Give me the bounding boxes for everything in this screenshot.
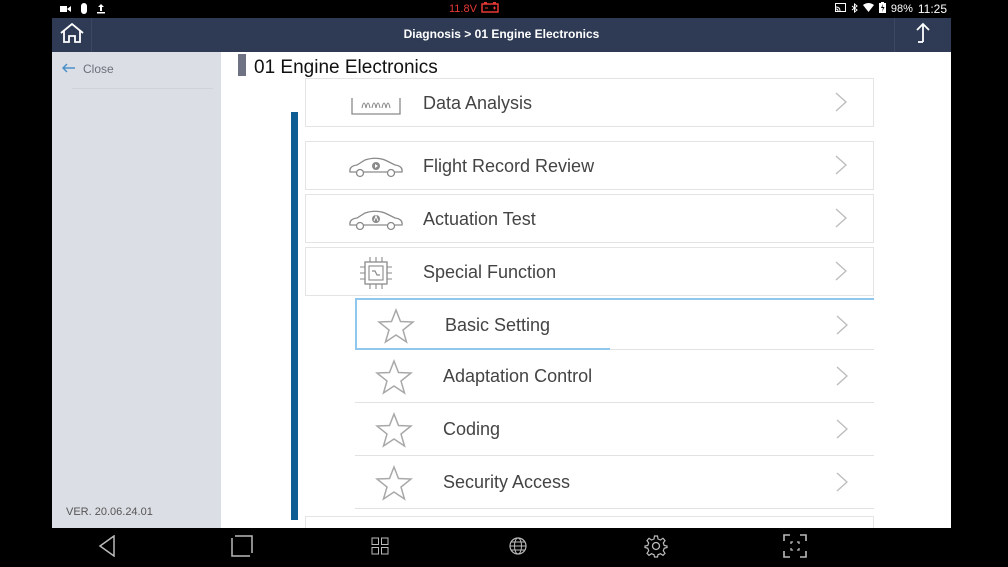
- page-title: 01 Engine Electronics: [254, 57, 438, 78]
- car-battery-icon: [481, 2, 499, 16]
- nav-browser-button[interactable]: [503, 533, 533, 563]
- version-label: VER. 20.06.24.01: [66, 506, 153, 518]
- top-bar: Diagnosis > 01 Engine Electronics: [52, 18, 951, 52]
- system-nav-bar: [52, 528, 951, 567]
- star-icon[interactable]: [376, 307, 416, 349]
- bluetooth-icon: [851, 2, 858, 16]
- menu-item-actuation-test[interactable]: Actuation Test: [305, 194, 874, 243]
- wifi-icon: [862, 3, 874, 15]
- cast-icon: [834, 3, 846, 15]
- nav-recents-button[interactable]: [227, 533, 257, 563]
- sub-item-label: Security Access: [443, 472, 571, 492]
- chip-icon: [346, 256, 406, 290]
- title-accent: [238, 54, 246, 76]
- chevron-right-icon: [835, 261, 848, 286]
- status-left: [60, 3, 105, 17]
- menu-item-special-function[interactable]: Special Function: [305, 247, 874, 296]
- back-triangle-icon: [98, 534, 116, 562]
- breadcrumb: Diagnosis > 01 Engine Electronics: [403, 27, 600, 41]
- chevron-right-icon: [835, 155, 848, 180]
- tree-indicator: [291, 112, 298, 520]
- chevron-right-icon: [835, 208, 848, 233]
- sub-item-label: Coding: [443, 419, 501, 439]
- nav-settings-button[interactable]: [641, 533, 671, 563]
- chevron-right-icon: [836, 315, 849, 340]
- menu-item-label: Flight Record Review: [423, 156, 595, 176]
- close-button[interactable]: Close: [61, 62, 114, 76]
- star-icon[interactable]: [374, 464, 414, 506]
- battery-charging-icon: [878, 2, 886, 16]
- apps-grid-icon: [371, 537, 389, 560]
- arrow-left-icon: [61, 62, 75, 76]
- screenshot-frame-icon: [783, 533, 807, 563]
- menu-item-label: Actuation Test: [423, 209, 536, 229]
- status-bar: 11.8V 98% 11:25: [52, 0, 951, 18]
- sub-item-basic-setting[interactable]: Basic Setting: [355, 298, 874, 350]
- voltage-value: 11.8V: [449, 3, 477, 15]
- sub-item-label: Basic Setting: [445, 315, 551, 335]
- clock: 11:25: [917, 2, 947, 16]
- upload-icon: [97, 3, 105, 17]
- share-button[interactable]: [894, 18, 951, 52]
- selection-underline: [355, 348, 610, 350]
- menu-item-label: Data Analysis: [423, 93, 533, 113]
- main-content: 01 Engine Electronics Data Analysis Flig…: [221, 52, 951, 528]
- sub-item-security-access[interactable]: Security Access: [355, 457, 874, 509]
- nav-apps-button[interactable]: [365, 533, 395, 563]
- recents-square-icon: [231, 534, 253, 562]
- sub-item-adaptation-control[interactable]: Adaptation Control: [355, 351, 874, 403]
- chevron-right-icon: [836, 472, 849, 497]
- car-record-icon: [346, 154, 406, 180]
- waveform-icon: [346, 91, 406, 117]
- voltage-indicator: 11.8V: [449, 2, 499, 16]
- chevron-right-icon: [836, 366, 849, 391]
- close-label: Close: [83, 62, 114, 76]
- menu-item-label: Special Function: [423, 262, 557, 282]
- menu-item-flight-record-review[interactable]: Flight Record Review: [305, 141, 874, 190]
- globe-icon: [509, 536, 527, 560]
- sidebar-divider: [72, 88, 213, 89]
- sub-item-label: Adaptation Control: [443, 366, 593, 386]
- sub-item-coding[interactable]: Coding: [355, 404, 874, 456]
- video-icon: [60, 4, 71, 16]
- nav-screenshot-button[interactable]: [780, 533, 810, 563]
- chevron-right-icon: [835, 92, 848, 117]
- battery-percent: 98%: [890, 3, 913, 15]
- status-right: 98% 11:25: [834, 2, 947, 16]
- app-window: Diagnosis > 01 Engine Electronics Close …: [52, 18, 951, 528]
- star-icon[interactable]: [374, 411, 414, 453]
- nav-back-button[interactable]: [92, 533, 122, 563]
- star-icon[interactable]: [374, 358, 414, 400]
- device-screen: 11.8V 98% 11:25 Diagnosis > 01 Engine El…: [0, 0, 1008, 567]
- share-upload-icon: [914, 22, 932, 49]
- gear-icon: [644, 534, 668, 563]
- menu-item-partial[interactable]: [305, 516, 874, 528]
- usb-device-icon: [81, 3, 87, 17]
- menu-item-data-analysis[interactable]: Data Analysis: [305, 78, 874, 127]
- chevron-right-icon: [836, 419, 849, 444]
- sidebar: Close VER. 20.06.24.01: [52, 52, 221, 528]
- car-actuation-icon: [346, 207, 406, 233]
